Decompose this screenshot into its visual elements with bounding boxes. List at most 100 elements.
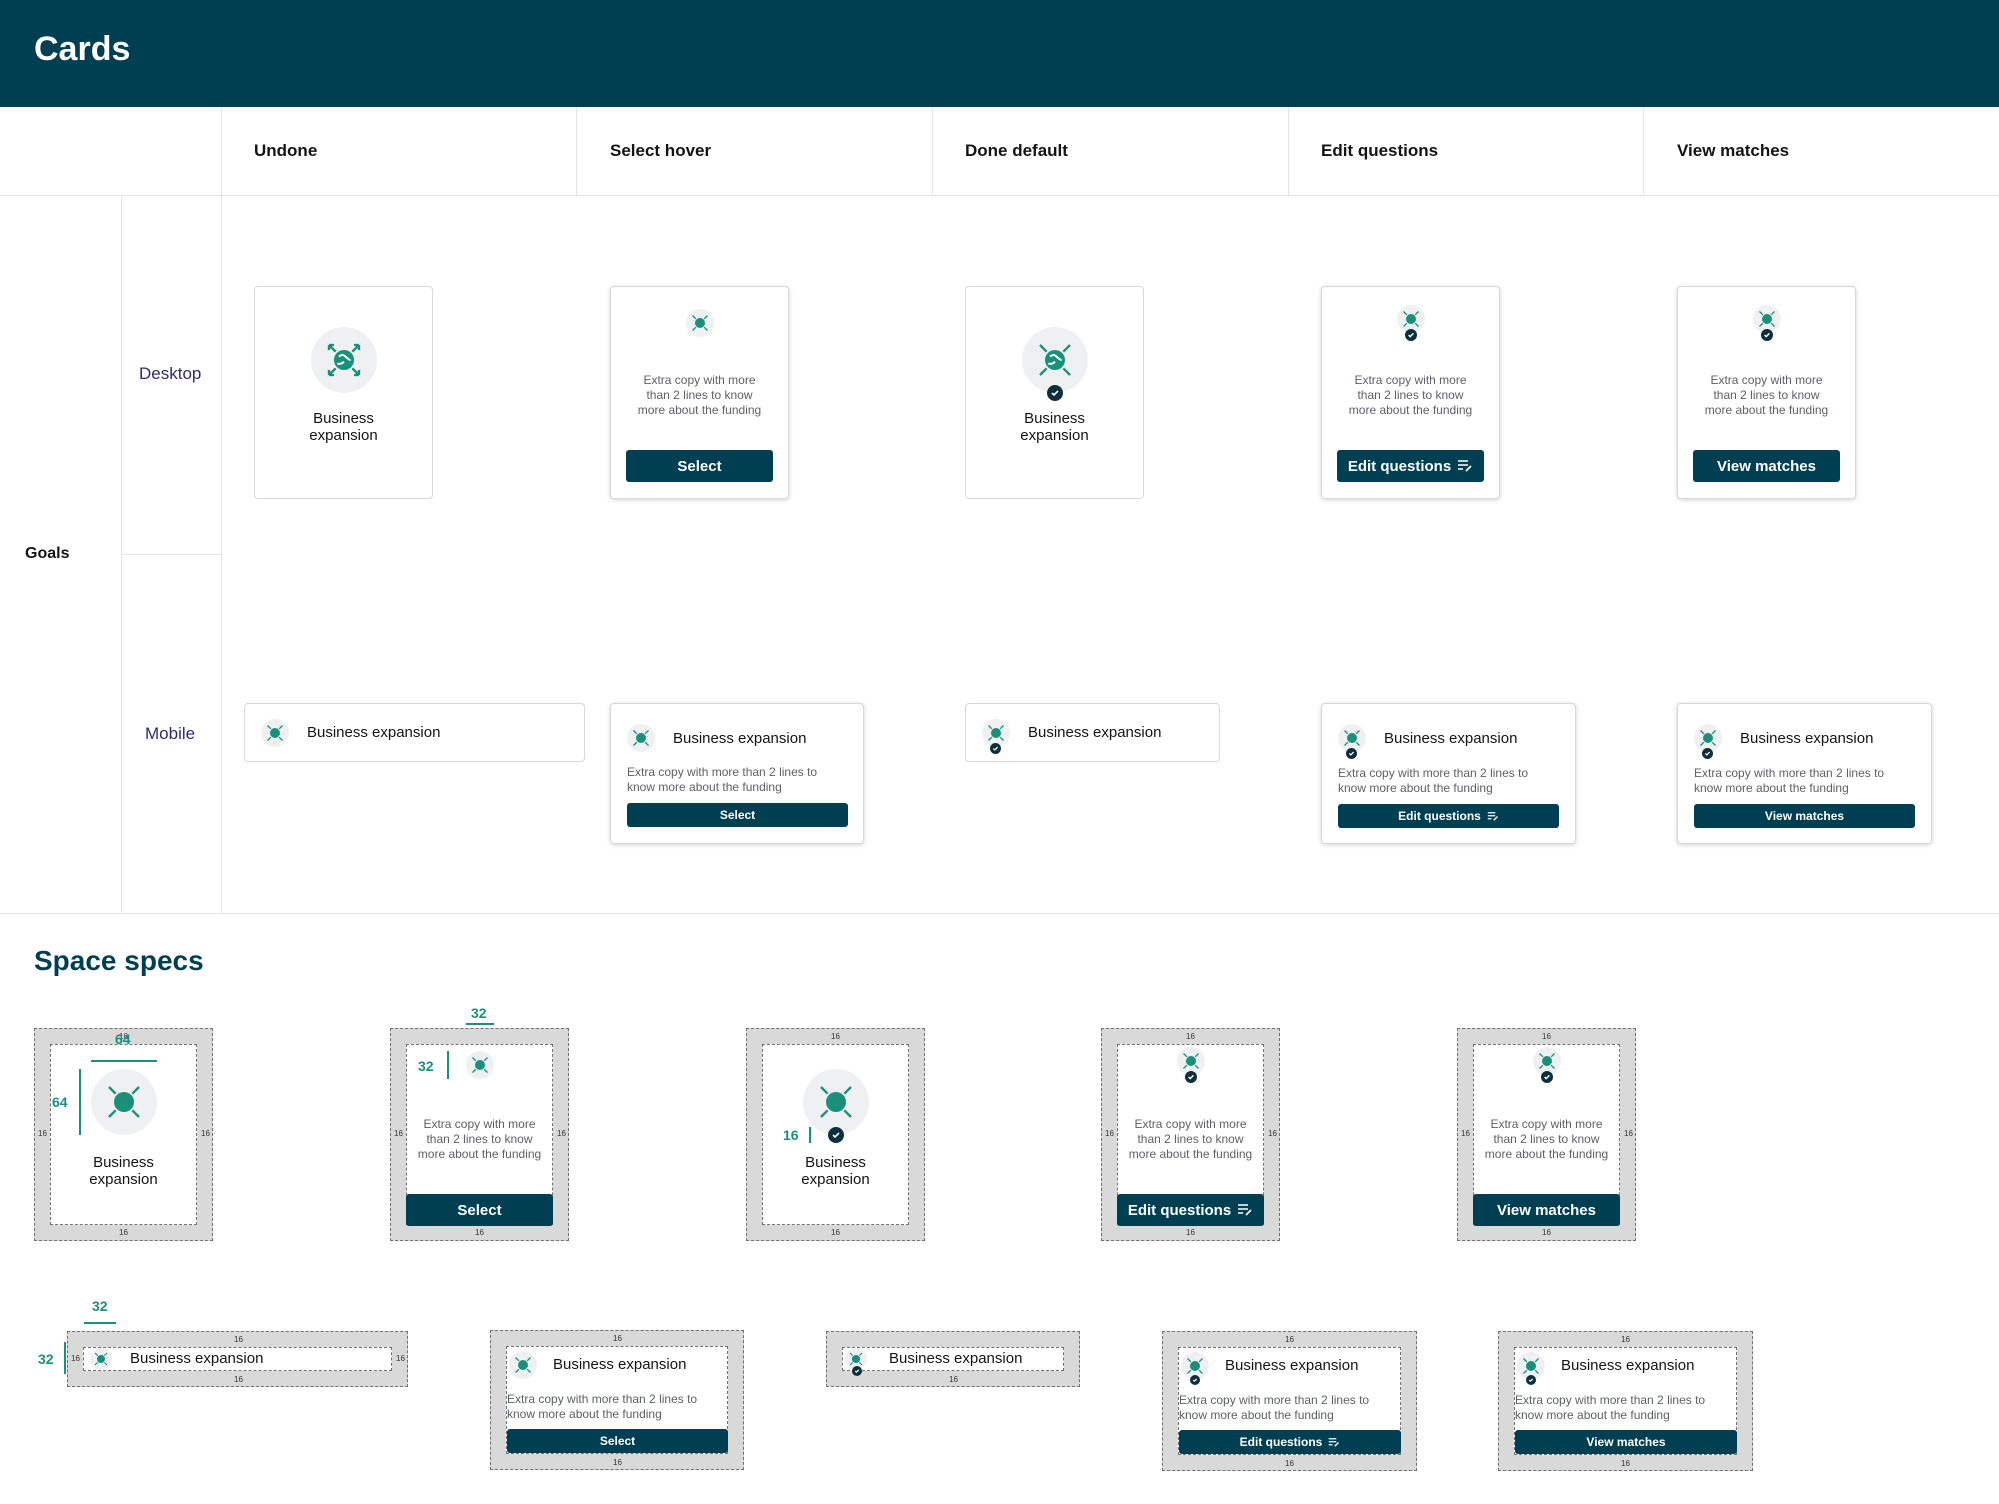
spec-padding-label: 16 xyxy=(613,1458,622,1467)
spec-dimension-line xyxy=(84,1322,116,1324)
check-circle-icon xyxy=(1526,1375,1536,1385)
select-button[interactable]: Select xyxy=(626,450,773,482)
column-header-edit-questions: Edit questions xyxy=(1321,141,1439,160)
spec-frame: 16 16 16 32 32 Extra copy with more than … xyxy=(390,1005,569,1241)
spec-padding-label: 16 xyxy=(1186,1032,1195,1041)
goal-card-done-mobile[interactable]: Business expansion xyxy=(965,703,1220,762)
spec-padding-label: 16 xyxy=(475,1228,484,1237)
globe-expand-icon xyxy=(509,1351,537,1379)
edit-list-icon xyxy=(1458,460,1472,472)
spec-padding-label: 16 xyxy=(831,1228,840,1237)
edit-list-icon xyxy=(1487,811,1498,821)
spec-padding-label: 16 xyxy=(234,1375,243,1384)
edit-list-icon xyxy=(1329,1437,1340,1447)
card-title: Business expansion xyxy=(1561,1357,1695,1374)
check-circle-icon xyxy=(828,1127,844,1143)
card-extra-copy: Extra copy with more than 2 lines to know… xyxy=(1348,373,1473,417)
card-title: Business expansion xyxy=(307,724,441,741)
card-extra-copy: Extra copy with more than 2 lines to know… xyxy=(1484,1117,1609,1161)
spec-frame: 16 16 16 16 Business expansion xyxy=(67,1331,408,1387)
spec-padding-label: 16 xyxy=(1285,1335,1294,1344)
page-title: Cards xyxy=(34,30,131,68)
card-extra-copy: Extra copy with more than 2 lines to know… xyxy=(507,1392,698,1421)
card-extra-copy: Extra copy with more than 2 lines to know… xyxy=(1128,1117,1253,1161)
card-title: Business expansion xyxy=(673,730,807,747)
edit-questions-label: Edit questions xyxy=(1239,1435,1323,1449)
select-button[interactable]: Select xyxy=(627,803,848,827)
goal-card-done-desktop[interactable]: Business expansion xyxy=(965,286,1144,499)
select-button[interactable]: Select xyxy=(406,1194,553,1226)
view-matches-button[interactable]: View matches xyxy=(1515,1430,1737,1454)
goal-card-edit-questions-mobile[interactable]: Business expansion Extra copy with more … xyxy=(1321,703,1576,844)
spec-padding-label: 16 xyxy=(1621,1335,1630,1344)
check-circle-icon xyxy=(852,1366,862,1376)
edit-questions-button[interactable]: Edit questions xyxy=(1179,1430,1401,1454)
row-group-goals: Goals xyxy=(25,545,70,562)
goal-card-undone-desktop[interactable]: Business expansion xyxy=(254,286,433,499)
spec-padding-label: 16 xyxy=(119,1228,128,1237)
card-extra-copy: Extra copy with more than 2 lines to know… xyxy=(1338,766,1529,795)
check-circle-icon xyxy=(1541,1071,1553,1083)
spec-padding-label: 16 xyxy=(831,1032,840,1041)
row-label-mobile: Mobile xyxy=(145,724,196,743)
edit-list-icon xyxy=(1238,1204,1252,1216)
card-title: Business expansion xyxy=(1225,1357,1359,1374)
grid-divider xyxy=(1643,107,1644,195)
select-button[interactable]: Select xyxy=(507,1429,728,1453)
spec-frame: 16 16 16 16 Extra copy with more than 2 l… xyxy=(1457,1028,1636,1241)
card-extra-copy: Extra copy with more than 2 lines to know… xyxy=(417,1117,542,1161)
spec-padding-label: 16 xyxy=(38,1129,47,1138)
view-matches-button[interactable]: View matches xyxy=(1473,1194,1620,1226)
card-title: Business expansion xyxy=(1020,410,1089,444)
card-title: Business expansion xyxy=(553,1356,687,1373)
spec-padding-label: 16 xyxy=(396,1354,405,1363)
grid-divider xyxy=(1288,107,1289,195)
goal-card-view-matches-mobile[interactable]: Business expansion Extra copy with more … xyxy=(1677,703,1932,844)
spec-padding-label: 16 xyxy=(1542,1228,1551,1237)
column-header-select-hover: Select hover xyxy=(610,141,712,160)
edit-questions-button[interactable]: Edit questions xyxy=(1117,1194,1264,1226)
spec-padding-label: 16 xyxy=(71,1354,80,1363)
view-matches-button[interactable]: View matches xyxy=(1694,804,1915,828)
spec-dimension-label: 32 xyxy=(38,1351,54,1367)
check-circle-icon xyxy=(1047,385,1063,401)
grid-divider xyxy=(221,107,222,913)
spec-dimension-line xyxy=(466,1023,494,1025)
globe-expand-icon xyxy=(1022,327,1088,393)
card-title: Business expansion xyxy=(801,1154,870,1188)
edit-questions-label: Edit questions xyxy=(1127,1201,1232,1219)
goal-card-view-matches-desktop[interactable]: Extra copy with more than 2 lines to know… xyxy=(1677,286,1856,499)
goal-card-select-hover-mobile[interactable]: Business expansion Extra copy with more … xyxy=(610,703,864,844)
card-extra-copy: Extra copy with more than 2 lines to know… xyxy=(1179,1393,1370,1422)
edit-questions-label: Edit questions xyxy=(1398,809,1481,823)
spec-dimension-label: 32 xyxy=(92,1298,108,1314)
card-title: Business expansion xyxy=(89,1154,158,1188)
globe-expand-icon xyxy=(90,1348,112,1370)
spec-dimension-line xyxy=(91,1060,157,1062)
spec-dimension-line xyxy=(79,1069,81,1135)
view-matches-button[interactable]: View matches xyxy=(1693,450,1840,482)
spec-padding-label: 16 xyxy=(1285,1459,1294,1468)
card-extra-copy: Extra copy with more than 2 lines to know… xyxy=(637,373,762,417)
column-header-undone: Undone xyxy=(254,141,318,160)
grid-divider xyxy=(0,195,1999,196)
spec-frame: 16 16 Business expansion Extra copy with… xyxy=(490,1330,744,1470)
edit-questions-button[interactable]: Edit questions xyxy=(1337,450,1484,482)
goal-card-select-hover-desktop[interactable]: Extra copy with more than 2 lines to know… xyxy=(610,286,789,499)
column-header-view-matches: View matches xyxy=(1677,141,1790,160)
page-header: Cards xyxy=(0,0,1999,107)
goal-card-undone-mobile[interactable]: Business expansion xyxy=(244,703,585,762)
spec-dimension-label: 32 xyxy=(471,1005,487,1021)
row-label-desktop: Desktop xyxy=(139,364,202,383)
globe-expand-icon xyxy=(686,309,714,337)
edit-questions-button[interactable]: Edit questions xyxy=(1338,804,1559,828)
spec-frame: 16 16 16 Business expansion xyxy=(746,1028,925,1241)
spec-padding-label: 16 xyxy=(1621,1459,1630,1468)
check-circle-icon xyxy=(1702,748,1713,759)
spec-frame: 16 16 Business expansion Extra copy with… xyxy=(1498,1331,1753,1471)
card-extra-copy: Extra copy with more than 2 lines to know… xyxy=(1515,1393,1706,1422)
card-title: Business expansion xyxy=(130,1350,264,1367)
check-circle-icon xyxy=(1185,1071,1197,1083)
goal-card-edit-questions-desktop[interactable]: Extra copy with more than 2 lines to know… xyxy=(1321,286,1500,499)
edit-questions-label: Edit questions xyxy=(1347,457,1452,475)
